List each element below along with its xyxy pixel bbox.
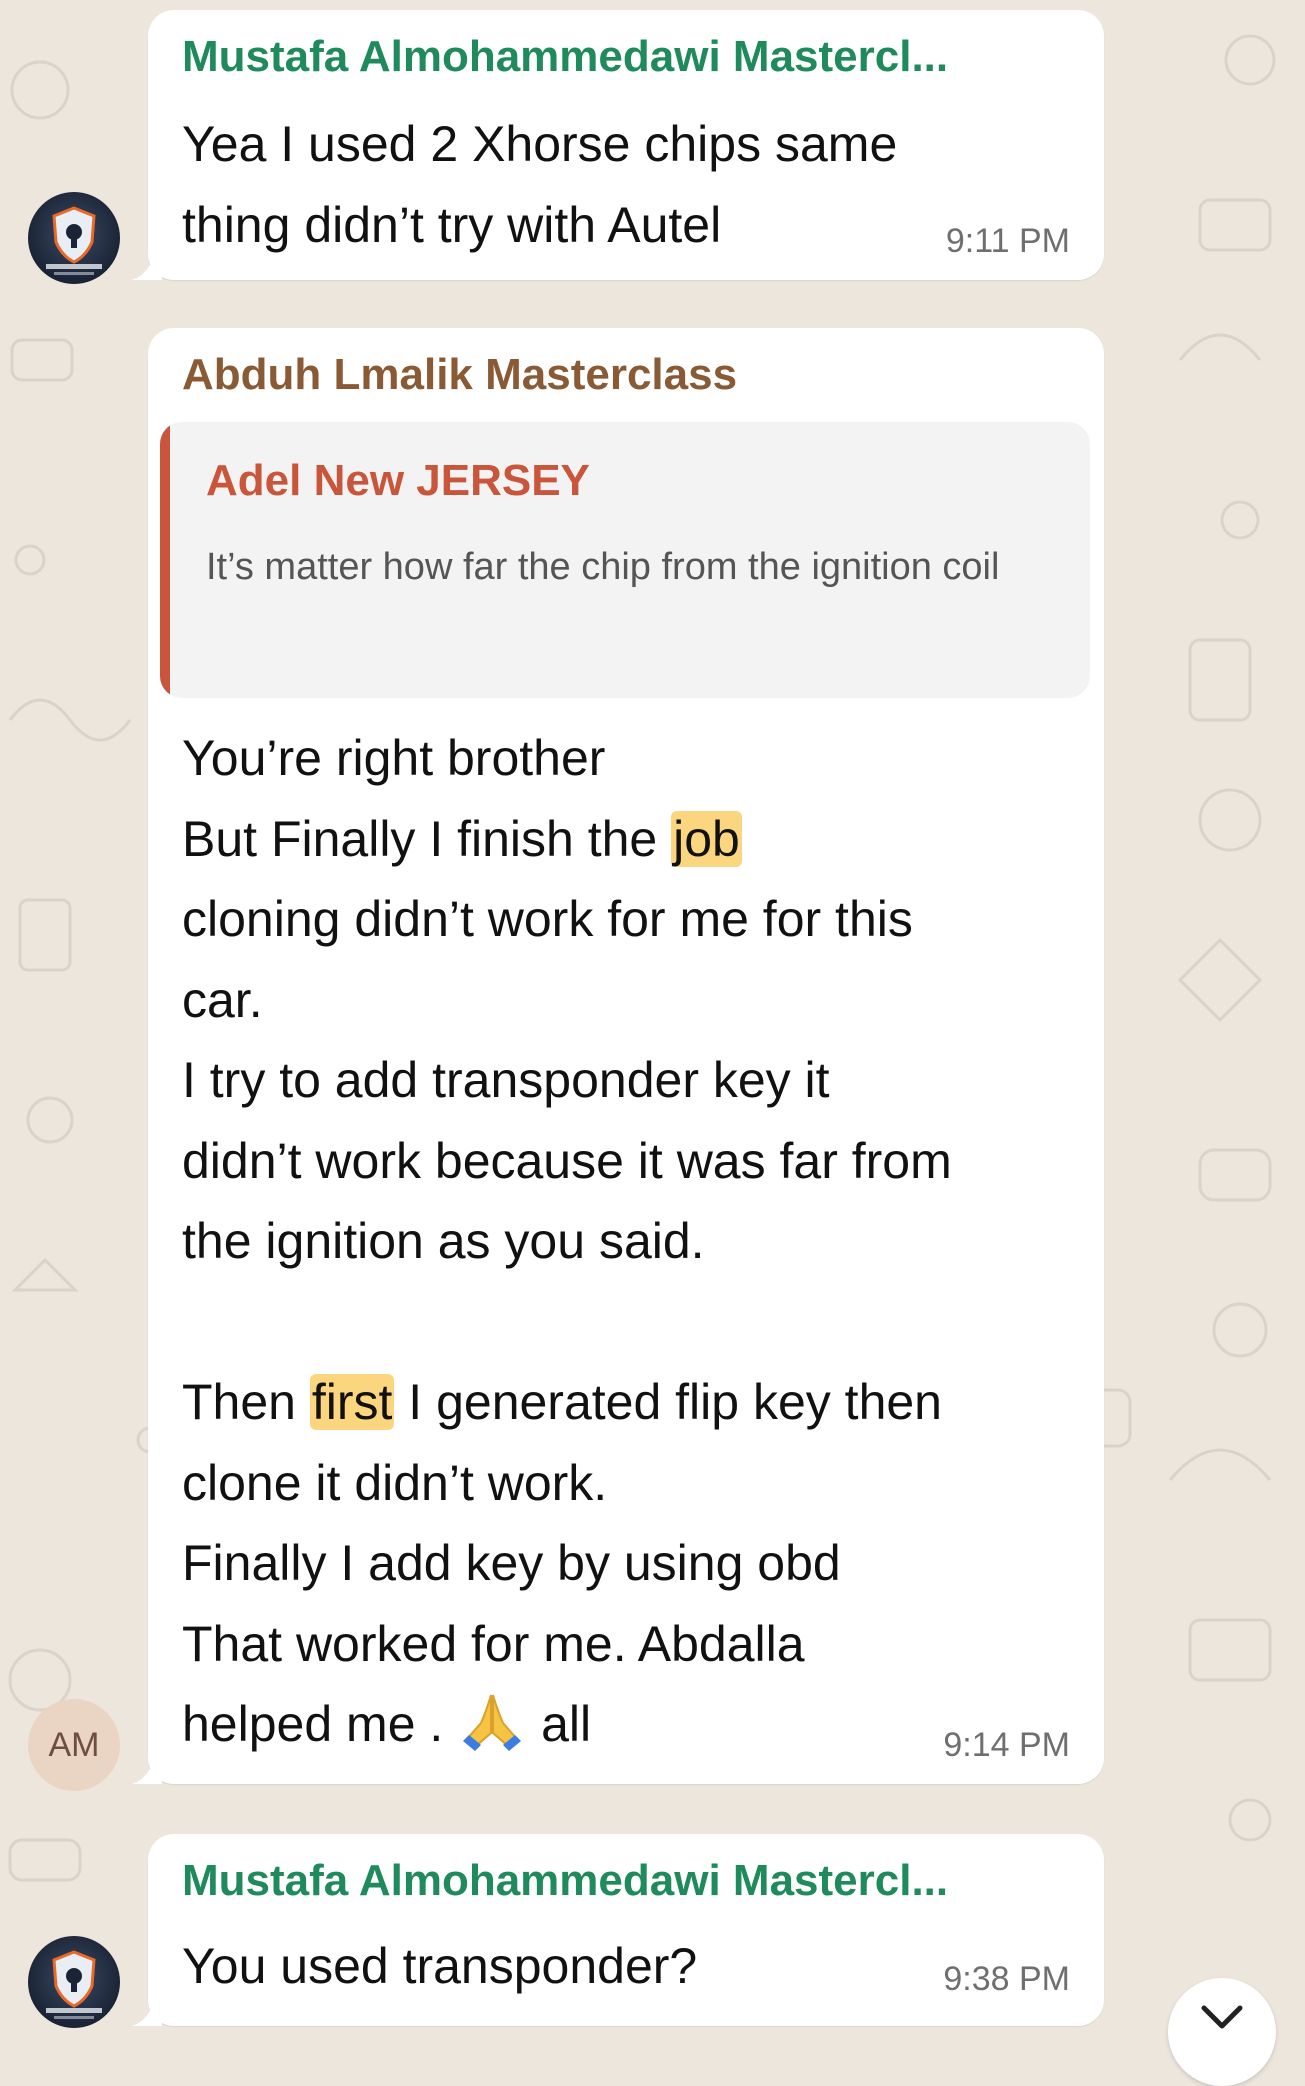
- sender-name[interactable]: Mustafa Almohammedawi Mastercl...: [182, 1856, 948, 1906]
- scroll-to-bottom-button[interactable]: [1168, 1978, 1276, 2086]
- sender-name[interactable]: Mustafa Almohammedawi Mastercl...: [182, 32, 948, 82]
- message-line: Then first I generated flip key then: [182, 1362, 952, 1443]
- message-line: Yea I used 2 Xhorse chips same: [182, 116, 898, 172]
- message-line: thing didn’t try with Autel: [182, 196, 722, 253]
- search-highlight: job: [671, 810, 742, 867]
- message-line: clone it didn’t work.: [182, 1454, 608, 1511]
- bubble-tail: [132, 1998, 162, 2026]
- quoted-author: Adel New JERSEY: [206, 456, 590, 505]
- quoted-message[interactable]: Adel New JERSEY It’s matter how far the …: [160, 422, 1090, 698]
- sender-avatar-logo[interactable]: [28, 1936, 120, 2028]
- quote-accent-bar: [160, 422, 170, 698]
- message-line: You used transponder?: [182, 1938, 698, 1994]
- quoted-text: It’s matter how far the chip from the ig…: [206, 546, 1000, 588]
- message-line: Finally I add key by using obd: [182, 1535, 841, 1591]
- message-fragment: Then: [182, 1374, 310, 1430]
- message-line: You’re right brother: [182, 730, 606, 786]
- message-text: You’re right brother But Finally I finis…: [182, 718, 952, 1765]
- message-line: That worked for me. Abdalla: [182, 1615, 805, 1672]
- sender-avatar[interactable]: AM: [28, 1699, 120, 1791]
- bubble-tail: [132, 252, 162, 280]
- bubble-tail: [132, 1756, 162, 1784]
- message-line: didn’t work because it was far from: [182, 1132, 952, 1189]
- message-line: I try to add transponder key it: [182, 1052, 830, 1108]
- message-line: cloning didn’t work for me for this: [182, 891, 913, 947]
- message-bubble[interactable]: Mustafa Almohammedawi Mastercl... Yea I …: [132, 10, 1104, 280]
- message-time: 9:38 PM: [943, 1960, 1070, 1998]
- message-fragment: I generated flip key then: [394, 1374, 942, 1430]
- message-line: But Finally I finish the job: [182, 799, 952, 880]
- message-line: the ignition as you said.: [182, 1213, 705, 1269]
- sender-name[interactable]: Abduh Lmalik Masterclass: [182, 350, 737, 400]
- message-bubble[interactable]: Mustafa Almohammedawi Mastercl... You us…: [132, 1834, 1104, 2026]
- sender-avatar-logo[interactable]: [28, 192, 120, 284]
- ma-locksmith-logo-icon: [46, 1950, 102, 2019]
- message-text: Yea I used 2 Xhorse chips same thing did…: [182, 104, 897, 265]
- ma-locksmith-logo-icon: [46, 206, 102, 275]
- message-fragment: all: [527, 1696, 592, 1752]
- message-line: helped me . all: [182, 1684, 952, 1765]
- message-line: car.: [182, 971, 263, 1028]
- message-time: 9:11 PM: [945, 222, 1070, 260]
- message-bubble[interactable]: Abduh Lmalik Masterclass Adel New JERSEY…: [132, 328, 1104, 1784]
- message-time: 9:14 PM: [943, 1726, 1070, 1764]
- folded-hands-emoji-icon: [463, 1694, 522, 1751]
- chevron-down-icon: [1201, 2005, 1243, 2029]
- message-fragment: But Finally I finish the: [182, 810, 672, 867]
- search-highlight: first: [309, 1374, 395, 1430]
- message-text: You used transponder?: [182, 1926, 697, 2007]
- message-fragment: helped me .: [182, 1696, 458, 1752]
